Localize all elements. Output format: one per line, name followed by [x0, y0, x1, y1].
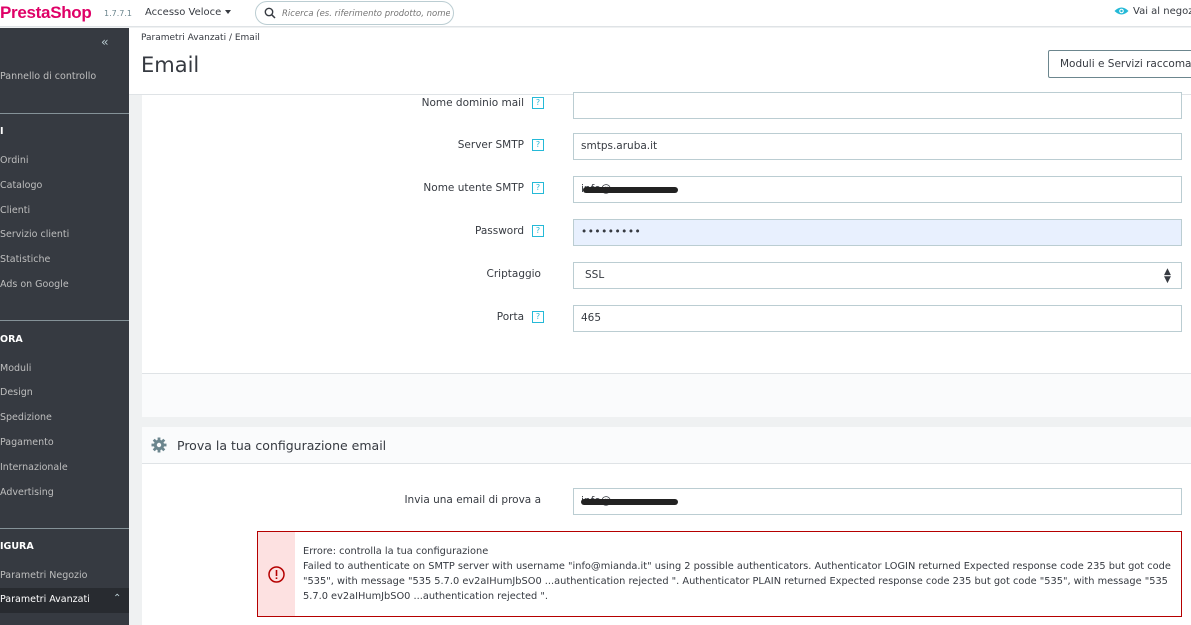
- domain-label-text: Nome dominio mail: [421, 97, 524, 109]
- sidebar-divider: [0, 528, 129, 529]
- password-input[interactable]: •••••••••: [573, 219, 1182, 246]
- page-title: Email: [141, 53, 200, 77]
- sidebar-item-international[interactable]: Internazionale: [0, 462, 68, 473]
- sidebar-item-statistics[interactable]: Statistiche: [0, 254, 50, 265]
- smtp-username-label: Nome utente SMTP?: [142, 182, 544, 194]
- prestashop-logo[interactable]: PrestaShop: [0, 3, 92, 23]
- form-row-domain: Nome dominio mail?: [142, 92, 1191, 119]
- sidebar-item-shop-parameters[interactable]: Parametri Negozio: [0, 570, 87, 581]
- password-label: Password?: [142, 225, 544, 237]
- form-row-password: Password? •••••••••: [142, 219, 1191, 246]
- eye-icon: [1114, 7, 1129, 15]
- test-email-input[interactable]: info@: [573, 488, 1182, 515]
- help-icon[interactable]: ?: [532, 182, 544, 194]
- caret-down-icon: [225, 10, 232, 14]
- password-label-text: Password: [474, 225, 524, 237]
- double-chevron-left-icon[interactable]: ‹‹: [101, 35, 108, 49]
- sidebar-section-title: IGURA: [0, 541, 34, 552]
- smtp-username-input[interactable]: info@: [573, 176, 1182, 203]
- gear-icon: [151, 437, 167, 453]
- top-bar: PrestaShop 1.7.7.1 Accesso Veloce Vai al…: [0, 0, 1191, 27]
- sidebar-item-ads-on-google[interactable]: Ads on Google: [0, 279, 69, 290]
- test-email-panel: Prova la tua configurazione email Invia …: [142, 427, 1191, 625]
- help-icon[interactable]: ?: [532, 311, 544, 323]
- panel-heading: Prova la tua configurazione email: [142, 427, 1191, 464]
- panel-title: Prova la tua configurazione email: [177, 438, 387, 453]
- sidebar-item-advertising[interactable]: Advertising: [0, 487, 54, 498]
- panel-footer: [142, 373, 1191, 417]
- help-icon[interactable]: ?: [532, 225, 544, 237]
- form-row-encryption: Criptaggio SSL ▲ ▼: [142, 262, 1191, 289]
- alert-icon-box: [258, 532, 295, 616]
- error-text: Errore: controlla la tua configurazione …: [303, 544, 1173, 604]
- breadcrumb[interactable]: Parametri Avanzati / Email: [141, 33, 260, 43]
- port-label-text: Porta: [496, 311, 524, 323]
- smtp-username-label-text: Nome utente SMTP: [423, 182, 524, 194]
- smtp-settings-panel: Nome dominio mail? Server SMTP? smtps.ar…: [142, 92, 1191, 417]
- domain-input[interactable]: [573, 92, 1182, 119]
- help-icon[interactable]: ?: [532, 97, 544, 109]
- error-alert: Errore: controlla la tua configurazione …: [257, 531, 1182, 617]
- sidebar-item-payment[interactable]: Pagamento: [0, 437, 54, 448]
- sidebar-item-orders[interactable]: Ordini: [0, 155, 29, 166]
- sidebar-item-shipping[interactable]: Spedizione: [0, 412, 52, 423]
- test-email-label: Invia una email di prova a: [404, 494, 541, 506]
- select-arrows-icon: ▲ ▼: [1164, 267, 1171, 285]
- smtp-server-input[interactable]: smtps.aruba.it: [573, 133, 1182, 160]
- chevron-up-icon: ⌃: [113, 593, 122, 604]
- error-title: Errore: controlla la tua configurazione: [303, 546, 489, 557]
- encryption-select[interactable]: SSL ▲ ▼: [573, 262, 1182, 289]
- redaction-scribble: [581, 499, 678, 505]
- sidebar-item-modules[interactable]: Moduli: [0, 363, 31, 374]
- search-input[interactable]: [282, 6, 450, 21]
- help-icon[interactable]: ?: [532, 139, 544, 151]
- search-box[interactable]: [255, 1, 454, 25]
- redaction-scribble: [583, 187, 678, 193]
- sidebar-item-customers[interactable]: Clienti: [0, 205, 30, 216]
- quick-access-label: Accesso Veloce: [145, 7, 222, 18]
- page-header: Parametri Avanzati / Email Email Moduli …: [129, 28, 1191, 95]
- sidebar-section-title: ORA: [0, 334, 23, 345]
- smtp-server-label-text: Server SMTP: [457, 139, 524, 151]
- encryption-label: Criptaggio: [486, 268, 541, 280]
- sidebar-divider: [0, 113, 129, 114]
- form-row-smtp-server: Server SMTP? smtps.aruba.it: [142, 133, 1191, 160]
- quick-access-dropdown[interactable]: Accesso Veloce: [145, 7, 232, 18]
- view-shop-label: Vai al negoz: [1133, 6, 1191, 17]
- port-label: Porta?: [142, 311, 544, 323]
- form-row-smtp-username: Nome utente SMTP? info@: [142, 176, 1191, 203]
- domain-label: Nome dominio mail?: [142, 97, 544, 109]
- logo-shop-text: Shop: [50, 3, 92, 22]
- view-shop-link[interactable]: Vai al negoz: [1114, 6, 1191, 17]
- sidebar-item-customer-service[interactable]: Servizio clienti: [0, 229, 69, 240]
- sidebar: ‹‹ Pannello di controllo I Ordini Catalo…: [0, 28, 129, 625]
- port-input[interactable]: 465: [573, 305, 1182, 332]
- alert-circle-icon: [268, 566, 285, 583]
- encryption-value: SSL: [585, 269, 605, 281]
- sidebar-item-advanced-parameters[interactable]: Parametri Avanzati ⌃: [0, 588, 129, 613]
- recommended-modules-button[interactable]: Moduli e Servizi raccoma: [1048, 50, 1191, 78]
- version-label: 1.7.7.1: [104, 9, 132, 18]
- sidebar-section-title: I: [0, 126, 4, 137]
- smtp-server-label: Server SMTP?: [142, 139, 544, 151]
- logo-presta-text: Presta: [0, 3, 51, 22]
- search-icon: [264, 7, 276, 19]
- sidebar-item-dashboard[interactable]: Pannello di controllo: [0, 71, 96, 82]
- error-message: Failed to authenticate on SMTP server wi…: [303, 561, 1171, 602]
- form-row-test-email: Invia una email di prova a info@: [142, 488, 1191, 515]
- sidebar-item-catalog[interactable]: Catalogo: [0, 180, 42, 191]
- sidebar-item-design[interactable]: Design: [0, 387, 33, 398]
- sidebar-item-label: Parametri Avanzati: [0, 594, 90, 605]
- sidebar-divider: [0, 320, 129, 321]
- form-row-port: Porta? 465: [142, 305, 1191, 332]
